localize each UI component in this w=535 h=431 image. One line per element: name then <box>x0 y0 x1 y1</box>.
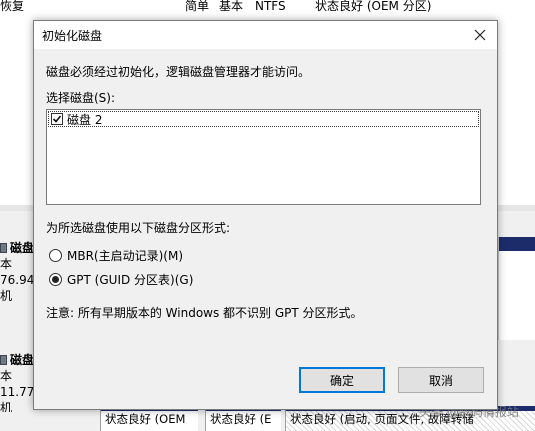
volume-filesystem: NTFS <box>255 0 286 13</box>
dialog-title: 初始化磁盘 <box>42 29 103 43</box>
volume-disk-type: 基本 <box>219 0 244 13</box>
gpt-option[interactable]: GPT (GUID 分区表)(G) <box>49 271 193 288</box>
gpt-label: GPT (GUID 分区表)(G) <box>67 273 194 287</box>
checkmark-icon <box>52 115 62 123</box>
disk-label-2[interactable]: 磁盘 本 11.77 机 <box>0 352 33 412</box>
mbr-label: MBR(主启动记录)(M) <box>67 249 184 263</box>
partition-block[interactable] <box>498 237 535 340</box>
volume-layout: 恢复 <box>0 0 25 13</box>
mbr-radio[interactable] <box>49 249 62 262</box>
disk-listbox[interactable]: 磁盘 2 <box>46 109 481 205</box>
gpt-note: 注意: 所有早期版本的 Windows 都不识别 GPT 分区形式。 <box>46 306 363 320</box>
disk-label-1[interactable]: 磁盘 本 76.94 机 <box>0 240 33 310</box>
volume-type: 简单 <box>185 0 210 13</box>
list-item[interactable]: 磁盘 2 <box>48 111 479 127</box>
volume-list-row[interactable]: 恢复 简单 基本 NTFS 状态良好 (OEM 分区) <box>0 0 535 14</box>
disk-item-label: 磁盘 2 <box>67 112 103 127</box>
initialize-disk-dialog: 初始化磁盘 磁盘必须经过初始化，逻辑磁盘管理器才能访问。 选择磁盘(S): 磁盘… <box>33 20 498 410</box>
mbr-option[interactable]: MBR(主启动记录)(M) <box>49 247 183 264</box>
ok-button[interactable]: 确定 <box>299 367 385 393</box>
close-icon <box>474 29 486 41</box>
partition-style-label: 为所选磁盘使用以下磁盘分区形式: <box>46 221 231 235</box>
select-disk-label: 选择磁盘(S): <box>46 91 116 105</box>
disk-icon <box>0 355 7 365</box>
cancel-button[interactable]: 取消 <box>398 367 484 393</box>
partition-header-bar <box>499 237 535 251</box>
disk-checkbox[interactable] <box>51 113 63 125</box>
dialog-description: 磁盘必须经过初始化，逻辑磁盘管理器才能访问。 <box>46 65 311 79</box>
volume-status: 状态良好 (OEM 分区) <box>315 0 432 13</box>
disk-icon <box>0 243 7 253</box>
gpt-radio[interactable] <box>49 273 62 286</box>
close-button[interactable] <box>463 21 497 49</box>
dialog-titlebar[interactable]: 初始化磁盘 <box>34 21 497 49</box>
